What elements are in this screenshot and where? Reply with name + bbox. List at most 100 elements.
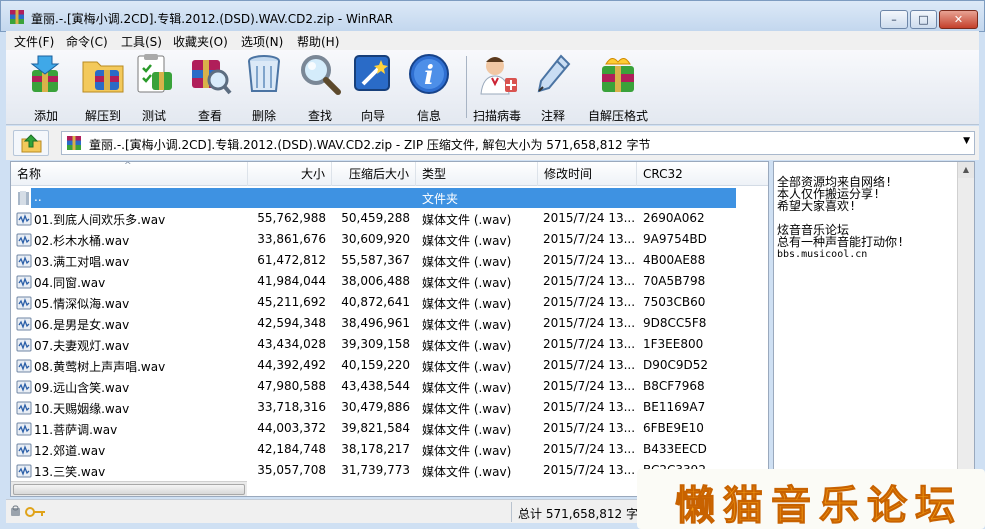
row-name: 13.三笑.wav <box>34 465 106 479</box>
extract-to-label: 解压到 <box>84 109 121 123</box>
row-name: 02.杉木水桶.wav <box>34 234 130 248</box>
menu-bar: 文件(F) 命令(C) 工具(S) 收藏夹(O) 选项(N) 帮助(H) <box>6 31 979 50</box>
row-modified: 2015/7/24 13... <box>543 295 636 309</box>
file-row[interactable]: 11.菩萨调.wav 44,003,372 39,821,584 媒体文件 (.wav… <box>11 418 768 439</box>
row-modified: 2015/7/24 13... <box>543 358 636 372</box>
row-size: 33,718,316 <box>257 400 326 414</box>
row-packed-size: 39,309,158 <box>341 337 410 351</box>
file-row[interactable]: 08.黄莺树上声声唱.wav 44,392,492 40,159,220 媒体文件 (… <box>11 355 768 376</box>
parent-folder-row[interactable]: .. 文件夹 <box>11 187 768 208</box>
close-button[interactable]: ✕ <box>939 10 978 29</box>
column-type[interactable]: 类型 <box>416 162 538 186</box>
wizard-button[interactable]: 向导 <box>351 52 395 123</box>
find-label: 查找 <box>307 109 332 123</box>
column-size[interactable]: 大小 <box>248 162 332 186</box>
row-modified: 2015/7/24 13... <box>543 316 636 330</box>
row-size: 45,211,692 <box>257 295 326 309</box>
title-bar[interactable]: 童丽.-.[寅梅小调.2CD].专辑.2012.(DSD).WAV.CD2.zi… <box>0 0 985 32</box>
file-row[interactable]: 04.同窗.wav 41,984,044 38,006,488 媒体文件 (.wav)… <box>11 271 768 292</box>
wav-file-icon <box>16 212 32 226</box>
extract-to-button[interactable]: 解压到 <box>76 52 130 123</box>
scroll-up-icon[interactable]: ▲ <box>958 162 974 178</box>
row-size: 44,003,372 <box>257 421 326 435</box>
up-folder-button[interactable] <box>13 130 49 156</box>
maximize-button[interactable]: □ <box>910 10 937 29</box>
sfx-icon <box>602 58 634 92</box>
menu-options[interactable]: 选项(N) <box>241 33 283 50</box>
file-row[interactable]: 06.是男是女.wav 42,594,348 38,496,961 媒体文件 (.wa… <box>11 313 768 334</box>
toolbar-separator <box>466 56 467 118</box>
horizontal-scrollbar[interactable] <box>11 481 247 496</box>
row-modified: 2015/7/24 13... <box>543 232 636 246</box>
svg-text:i: i <box>424 61 434 91</box>
row-type: 媒体文件 (.wav) <box>422 402 512 416</box>
column-crc32[interactable]: CRC32 <box>637 162 768 186</box>
row-name: 07.夫妻观灯.wav <box>34 339 130 353</box>
row-modified: 2015/7/24 13... <box>543 253 636 267</box>
file-row[interactable]: 09.远山含笑.wav 47,980,588 43,438,544 媒体文件 (.wa… <box>11 376 768 397</box>
row-type: 媒体文件 (.wav) <box>422 297 512 311</box>
wav-file-icon <box>16 401 32 415</box>
menu-favorites[interactable]: 收藏夹(O) <box>173 33 228 50</box>
file-row[interactable]: 02.杉木水桶.wav 33,861,676 30,609,920 媒体文件 (.wa… <box>11 229 768 250</box>
test-icon <box>137 54 172 93</box>
view-label: 查看 <box>197 109 222 123</box>
menu-commands[interactable]: 命令(C) <box>66 33 108 50</box>
add-button[interactable]: 添加 <box>20 52 72 123</box>
row-type: 媒体文件 (.wav) <box>422 381 512 395</box>
row-name: .. <box>34 190 42 204</box>
comment-button[interactable]: 注释 <box>531 52 575 123</box>
column-modified[interactable]: 修改时间 <box>538 162 637 186</box>
view-button[interactable]: 查看 <box>188 52 232 123</box>
file-row[interactable]: 05.情深似海.wav 45,211,692 40,872,641 媒体文件 (.wa… <box>11 292 768 313</box>
row-name: 11.菩萨调.wav <box>34 423 118 437</box>
vertical-scrollbar[interactable]: ▲ ▼ <box>957 162 974 496</box>
scan-virus-button[interactable]: 扫描病毒 <box>471 52 523 123</box>
file-row[interactable]: 07.夫妻观灯.wav 43,434,028 39,309,158 媒体文件 (.wa… <box>11 334 768 355</box>
file-row[interactable]: 03.满工对唱.wav 61,472,812 55,587,367 媒体文件 (.wa… <box>11 250 768 271</box>
file-row[interactable]: 10.天赐姻缘.wav 33,718,316 30,479,886 媒体文件 (.wa… <box>11 397 768 418</box>
row-crc32: 1F3EE800 <box>643 337 704 351</box>
sfx-label: 自解压格式 <box>587 109 648 123</box>
status-total: 总计 571,658,812 字节 <box>518 507 650 521</box>
row-type: 媒体文件 (.wav) <box>422 318 512 332</box>
status-separator <box>511 502 512 522</box>
menu-file[interactable]: 文件(F) <box>14 33 54 50</box>
path-dropdown-icon[interactable]: ▼ <box>963 136 970 146</box>
archive-comment-pane[interactable]: 全部资源均来自网络! 本人仅作搬运分享! 希望大家喜欢! 炫音音乐论坛 总有一种… <box>773 161 975 497</box>
find-button[interactable]: 查找 <box>298 52 342 123</box>
scan-virus-icon <box>480 57 517 95</box>
archive-path-text: 童丽.-.[寅梅小调.2CD].专辑.2012.(DSD).WAV.CD2.zi… <box>89 138 651 152</box>
file-row[interactable]: 12.郊道.wav 42,184,748 38,178,217 媒体文件 (.wav)… <box>11 439 768 460</box>
row-packed-size: 38,178,217 <box>341 442 410 456</box>
file-row[interactable]: 01.到底人间欢乐多.wav 55,762,988 50,459,288 媒体文件 (… <box>11 208 768 229</box>
zip-archive-icon <box>67 136 81 150</box>
scrollbar-thumb[interactable] <box>13 484 245 495</box>
row-crc32: BE1169A7 <box>643 400 706 414</box>
wav-file-icon <box>16 359 32 373</box>
winrar-app-icon[interactable] <box>9 9 25 25</box>
archive-path-field[interactable]: 童丽.-.[寅梅小调.2CD].专辑.2012.(DSD).WAV.CD2.zi… <box>61 131 975 155</box>
minimize-button[interactable]: – <box>880 10 908 29</box>
comment-label: 注释 <box>540 109 565 123</box>
menu-tools[interactable]: 工具(S) <box>121 33 162 50</box>
row-type: 媒体文件 (.wav) <box>422 213 512 227</box>
row-size: 55,762,988 <box>257 211 326 225</box>
info-button[interactable]: i 信息 <box>407 52 451 123</box>
sfx-button[interactable]: 自解压格式 <box>583 52 653 123</box>
row-type: 媒体文件 (.wav) <box>422 255 512 269</box>
column-packed-size[interactable]: 压缩后大小 <box>332 162 416 186</box>
menu-help[interactable]: 帮助(H) <box>297 33 339 50</box>
delete-button[interactable]: 删除 <box>242 52 286 123</box>
file-list[interactable]: 名称 ^ 大小 压缩后大小 类型 修改时间 CRC32 .. 文件夹 01.到底人间… <box>10 161 769 497</box>
row-packed-size: 40,159,220 <box>341 358 410 372</box>
row-crc32: 4B00AE88 <box>643 253 706 267</box>
scan-virus-label: 扫描病毒 <box>472 109 521 123</box>
wav-file-icon <box>16 380 32 394</box>
comment-url: bbs.musicool.cn <box>777 249 868 260</box>
row-type: 媒体文件 (.wav) <box>422 444 512 458</box>
row-size: 42,594,348 <box>257 316 326 330</box>
row-crc32: 6FBE9E10 <box>643 421 704 435</box>
watermark-text: 懒猫音乐论坛 <box>675 482 963 529</box>
test-button[interactable]: 测试 <box>132 52 176 123</box>
